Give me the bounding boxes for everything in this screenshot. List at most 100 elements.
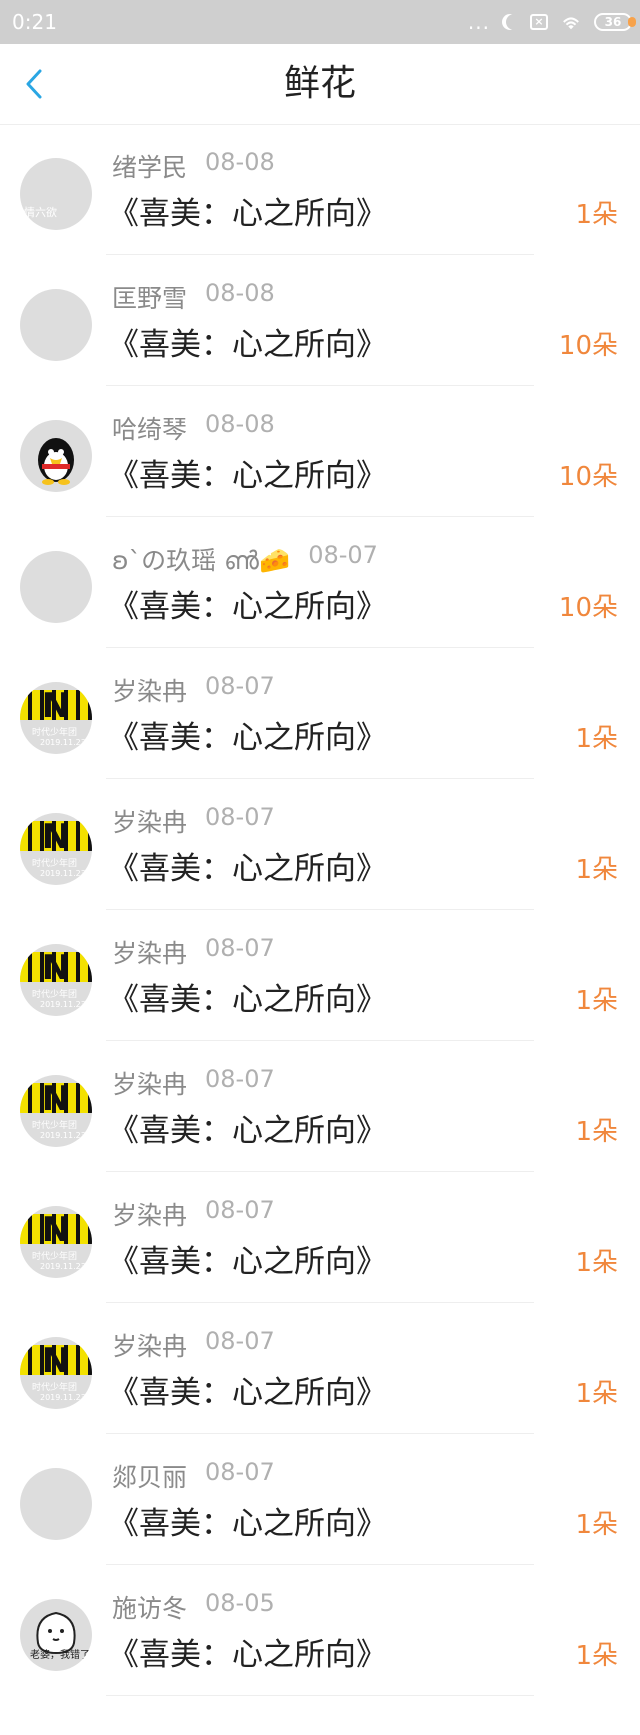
flower-count: 1朵: [575, 1379, 618, 1409]
list-item[interactable]: 匡野雪 08-08 《喜美：心之所向》 10朵: [0, 255, 640, 386]
avatar-letter: N: [41, 1079, 71, 1119]
user-name[interactable]: 哈绮琴: [112, 410, 187, 446]
list-item[interactable]: N 时代少年团 2019.11.23 岁染冉 08-07 《喜美：心之所向》 1朵: [0, 648, 640, 779]
list-item[interactable]: N 时代少年团 2019.11.23 岁染冉 08-07 《喜美：心之所向》 1朵: [0, 1303, 640, 1434]
gift-date: 08-07: [205, 672, 275, 700]
avatar-text: 时代少年团: [32, 1252, 78, 1262]
user-name[interactable]: 岁染冉: [112, 803, 187, 839]
wifi-icon: [563, 17, 579, 30]
user-name[interactable]: 匡野雪: [112, 279, 187, 315]
divider: [106, 1695, 534, 1696]
avatar[interactable]: N 时代少年团 2019.11.23: [20, 813, 92, 885]
book-title[interactable]: 《喜美：心之所向》: [108, 1105, 387, 1150]
avatar[interactable]: N 时代少年团 2019.11.23: [20, 1075, 92, 1147]
gift-date: 08-07: [205, 803, 275, 831]
book-title[interactable]: 《喜美：心之所向》: [108, 319, 387, 364]
list-item[interactable]: 情六欲 绪学民 08-08 《喜美：心之所向》 1朵: [0, 124, 640, 255]
avatar[interactable]: N 时代少年团 2019.11.23: [20, 944, 92, 1016]
book-title[interactable]: 《喜美：心之所向》: [108, 974, 387, 1019]
avatar-date: 2019.11.23: [40, 1000, 86, 1009]
avatar[interactable]: N 时代少年团 2019.11.23: [20, 1206, 92, 1278]
gift-date: 08-07: [205, 1458, 275, 1486]
avatar-letter: N: [41, 1341, 71, 1381]
list-item[interactable]: N 时代少年团 2019.11.23 岁染冉 08-07 《喜美：心之所向》 1朵: [0, 779, 640, 910]
gift-date: 08-07: [308, 541, 378, 569]
avatar[interactable]: N 时代少年团 2019.11.23: [20, 682, 92, 754]
avatar[interactable]: 情六欲: [20, 158, 92, 230]
user-name[interactable]: 岁染冉: [112, 1196, 187, 1232]
list-item[interactable]: N 时代少年团 2019.11.23 岁染冉 08-07 《喜美：心之所向》 1朵: [0, 1172, 640, 1303]
flower-count: 10朵: [558, 331, 618, 361]
user-name[interactable]: 岁染冉: [112, 934, 187, 970]
book-title[interactable]: 《喜美：心之所向》: [108, 1236, 387, 1281]
user-name[interactable]: 郯贝丽: [112, 1458, 187, 1494]
battery-icon: 36: [594, 13, 636, 31]
avatar-letter: N: [41, 948, 71, 988]
penguin-icon: [38, 438, 74, 485]
header: 鲜花: [0, 44, 640, 125]
list-item[interactable]: 老婆，我错了 施访冬 08-05 《喜美：心之所向》 1朵: [0, 1565, 640, 1696]
book-title[interactable]: 《喜美：心之所向》: [108, 712, 387, 757]
gift-date: 08-07: [205, 1065, 275, 1093]
more-dots-icon: ...: [467, 10, 490, 34]
flower-count: 1朵: [575, 986, 618, 1016]
book-title[interactable]: 《喜美：心之所向》: [108, 450, 387, 495]
gift-date: 08-08: [205, 148, 275, 176]
page-title: 鲜花: [283, 63, 356, 104]
user-name[interactable]: 岁染冉: [112, 1065, 187, 1101]
avatar[interactable]: N 时代少年团 2019.11.23: [20, 1337, 92, 1409]
avatar[interactable]: [20, 420, 92, 492]
avatar[interactable]: [20, 1468, 92, 1540]
avatar-date: 2019.11.23: [40, 1393, 86, 1402]
book-title[interactable]: 《喜美：心之所向》: [108, 1629, 387, 1674]
avatar-text: 时代少年团: [32, 1121, 78, 1131]
gift-date: 08-08: [205, 279, 275, 307]
list-item[interactable]: N 时代少年团 2019.11.23 岁染冉 08-07 《喜美：心之所向》 1朵: [0, 1041, 640, 1172]
gift-date: 08-07: [205, 1327, 275, 1355]
book-title[interactable]: 《喜美：心之所向》: [108, 188, 387, 233]
user-name[interactable]: 岁染冉: [112, 1327, 187, 1363]
flower-count: 1朵: [575, 200, 618, 230]
gift-date: 08-07: [205, 934, 275, 962]
list-item[interactable]: 哈绮琴 08-08 《喜美：心之所向》 10朵: [0, 386, 640, 517]
list-item[interactable]: ʚ`の玖瑶 ൺ🧀 08-07 《喜美：心之所向》 10朵: [0, 517, 640, 648]
flower-count: 1朵: [575, 855, 618, 885]
flower-count: 1朵: [575, 724, 618, 754]
user-name[interactable]: 绪学民: [112, 148, 187, 184]
avatar-date: 2019.11.23: [40, 1262, 86, 1271]
book-title[interactable]: 《喜美：心之所向》: [108, 843, 387, 888]
avatar-letter: N: [41, 817, 71, 857]
book-title[interactable]: 《喜美：心之所向》: [108, 1367, 387, 1412]
book-title[interactable]: 《喜美：心之所向》: [108, 1498, 387, 1543]
list-item[interactable]: N 时代少年团 2019.11.23 岁染冉 08-07 《喜美：心之所向》 1朵: [0, 910, 640, 1041]
list-item[interactable]: 郯贝丽 08-07 《喜美：心之所向》 1朵: [0, 1434, 640, 1565]
avatar-text: 时代少年团: [32, 859, 78, 869]
avatar-text: 情六欲: [24, 206, 57, 219]
flower-count: 1朵: [575, 1510, 618, 1540]
status-icons: ... × 36: [467, 8, 636, 36]
flower-list: 情六欲 绪学民 08-08 《喜美：心之所向》 1朵 匡野雪 08-08 《喜美：心之所向》 1…: [0, 124, 640, 1696]
user-name[interactable]: 施访冬: [112, 1589, 187, 1625]
flower-count: 1朵: [575, 1641, 618, 1671]
avatar-text: 时代少年团: [32, 990, 78, 1000]
gift-date: 08-05: [205, 1589, 275, 1617]
status-time: 0:21: [12, 10, 57, 34]
avatar-text: 时代少年团: [32, 728, 78, 738]
book-title[interactable]: 《喜美：心之所向》: [108, 581, 387, 626]
flower-count: 10朵: [558, 593, 618, 623]
avatar-text: 时代少年团: [32, 1383, 78, 1393]
avatar-letter: N: [41, 1210, 71, 1250]
avatar-letter: N: [41, 686, 71, 726]
user-name[interactable]: ʚ`の玖瑶 ൺ🧀: [112, 541, 290, 577]
avatar-text: 老婆，我错了: [30, 1650, 90, 1661]
avatar[interactable]: [20, 289, 92, 361]
flower-count: 1朵: [575, 1117, 618, 1147]
moon-icon: [506, 14, 522, 30]
avatar[interactable]: [20, 551, 92, 623]
sim-card-icon: ×: [530, 14, 548, 30]
avatar-date: 2019.11.23: [40, 1131, 86, 1140]
gift-date: 08-08: [205, 410, 275, 438]
avatar-date: 2019.11.23: [40, 869, 86, 878]
user-name[interactable]: 岁染冉: [112, 672, 187, 708]
avatar[interactable]: 老婆，我错了: [20, 1599, 92, 1671]
